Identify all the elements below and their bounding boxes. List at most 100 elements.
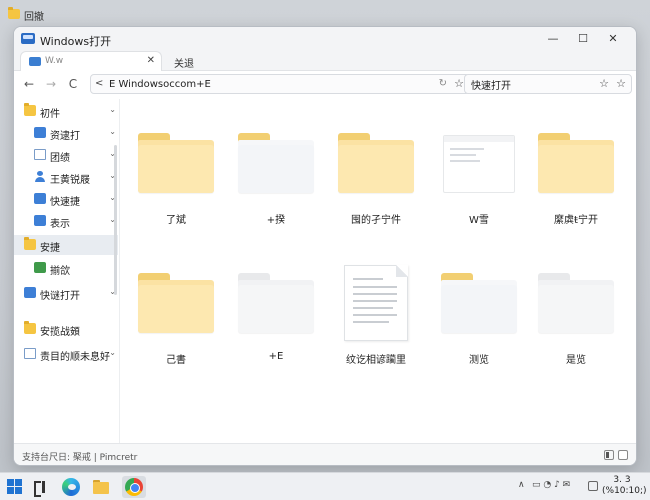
- navigation-sidebar: 初件 ⌄ 资逮打 ⌄ 团绩 ⌄ 王黄锐屐 ⌄ 快速捷 ⌄ 表示 ⌄ 安捷 揃欱 …: [14, 99, 120, 443]
- search-favorites-icon[interactable]: ☆: [616, 77, 626, 90]
- folder-icon: [238, 273, 314, 333]
- file-item[interactable]: 囤的孑宁件: [326, 119, 426, 239]
- tray-overflow-icon[interactable]: ∧: [518, 480, 525, 490]
- file-item[interactable]: +E: [226, 259, 326, 379]
- sidebar-item-3[interactable]: 王黄锐屐 ⌄: [14, 167, 118, 187]
- folder-icon: [138, 273, 214, 333]
- sidebar-item-label: 快谜打开: [40, 291, 80, 302]
- sidebar-item-label: 资逮打: [50, 131, 80, 142]
- sidebar-item-2[interactable]: 团绩 ⌄: [14, 145, 118, 165]
- details-view-icon[interactable]: [604, 450, 614, 460]
- address-chevron-icon[interactable]: <: [95, 78, 103, 89]
- edge-browser-icon[interactable]: [62, 478, 80, 496]
- desktop-folder-label[interactable]: 回撤: [24, 8, 44, 23]
- file-item[interactable]: 縻虡ŧ宁开: [526, 119, 626, 239]
- sidebar-item-label: 揃欱: [50, 266, 70, 277]
- notification-icon[interactable]: [588, 481, 598, 491]
- status-text: 支持台尺日: 棸戒 | Pimcretr: [22, 453, 138, 463]
- folder-icon: [24, 237, 36, 250]
- green-app-icon: [34, 262, 46, 273]
- document-icon: [34, 149, 46, 160]
- sidebar-item-5[interactable]: 表示 ⌄: [14, 211, 118, 231]
- file-item-label: +揆: [266, 215, 286, 226]
- window-title: Windows打开: [40, 35, 112, 48]
- text-document-icon: [344, 265, 408, 341]
- file-item-label: 囤的孑宁件: [351, 215, 401, 226]
- explorer-app-icon: [21, 33, 35, 44]
- sidebar-item-6[interactable]: 安捷: [14, 235, 118, 255]
- forward-arrow-icon[interactable]: →: [42, 75, 60, 93]
- folder-icon: [138, 133, 214, 193]
- minimize-button[interactable]: —: [538, 29, 568, 49]
- chevron-down-icon[interactable]: ⌄: [109, 127, 116, 136]
- address-reload-icon[interactable]: ↻: [439, 78, 447, 89]
- tab-label: W.w: [45, 56, 64, 66]
- refresh-icon[interactable]: C: [64, 75, 82, 93]
- file-item[interactable]: W雪: [429, 119, 529, 239]
- taskbar: ∧ ▭ ◔ ♪ ✉ 3. 3 (%10:10;): [0, 472, 650, 500]
- title-bar[interactable]: Windows打开 — ☐ ✕: [14, 27, 636, 51]
- tray-status-icons[interactable]: ▭ ◔ ♪ ✉: [532, 480, 570, 490]
- sidebar-item-10[interactable]: 责目的顺未息好 ⌄: [14, 344, 118, 364]
- sidebar-item-label: 安捷: [40, 243, 60, 254]
- favorite-star-icon[interactable]: ☆: [454, 77, 464, 90]
- folder-icon: [24, 103, 36, 116]
- sidebar-item-7[interactable]: 揃欱: [14, 258, 118, 278]
- sidebar-item-0[interactable]: 初件 ⌄: [14, 101, 118, 121]
- file-item[interactable]: 己書: [126, 259, 226, 379]
- chevron-down-icon[interactable]: ⌄: [109, 348, 116, 357]
- file-item[interactable]: +揆: [226, 119, 326, 239]
- blue-app-icon: [24, 287, 36, 298]
- address-bar[interactable]: < E Windowsoccom+E ↻ ☆: [90, 74, 470, 94]
- close-button[interactable]: ✕: [598, 29, 628, 49]
- sidebar-scrollbar[interactable]: [114, 145, 117, 295]
- file-grid: 了斌 +揆 囤的孑宁件 W雪 縻虡ŧ宁开 己書 +E 纹讫相谚躏里 测览 是览: [121, 99, 636, 443]
- desktop-top-strip: 回撤: [0, 0, 650, 28]
- file-item[interactable]: 了斌: [126, 119, 226, 239]
- file-item[interactable]: 测览: [429, 259, 529, 379]
- file-item[interactable]: 是览: [526, 259, 626, 379]
- folder-icon: [538, 133, 614, 193]
- file-item-label: 是览: [566, 355, 586, 366]
- file-item-label: 纹讫相谚躏里: [346, 355, 406, 366]
- tab-secondary[interactable]: 关退: [174, 55, 194, 70]
- sidebar-item-8[interactable]: 快谜打开 ⌄: [14, 283, 118, 303]
- sidebar-item-1[interactable]: 资逮打 ⌄: [14, 123, 118, 143]
- address-path[interactable]: E Windowsoccom+E: [109, 79, 211, 90]
- status-bar: 支持台尺日: 棸戒 | Pimcretr: [14, 443, 636, 465]
- desktop-folder-icon[interactable]: [8, 7, 20, 19]
- tab-close-icon[interactable]: ✕: [147, 55, 155, 66]
- sidebar-item-label: 王黄锐屐: [50, 175, 90, 186]
- blue-app-icon: [34, 215, 46, 226]
- sidebar-item-label: 责目的顺未息好: [40, 352, 110, 363]
- maximize-button[interactable]: ☐: [568, 29, 598, 49]
- sidebar-item-label: 初件: [40, 109, 60, 120]
- document-icon: [24, 348, 36, 359]
- folder-icon: [538, 273, 614, 333]
- folder-icon: [24, 321, 36, 334]
- chevron-down-icon[interactable]: ⌄: [109, 105, 116, 114]
- tab-active[interactable]: W.w ✕: [20, 51, 162, 71]
- sidebar-item-9[interactable]: 安揽战頞: [14, 319, 118, 339]
- tiles-view-icon[interactable]: [618, 450, 628, 460]
- search-input[interactable]: [471, 77, 589, 91]
- file-item-label: +E: [268, 351, 284, 362]
- blue-app-icon: [34, 127, 46, 138]
- sidebar-item-4[interactable]: 快速捷 ⌄: [14, 189, 118, 209]
- clock-line-1: 3. 3: [613, 475, 631, 485]
- taskbar-clock[interactable]: 3. 3 (%10:10;): [602, 475, 647, 497]
- sidebar-item-label: 团绩: [50, 153, 70, 164]
- windows-start-icon[interactable]: [6, 478, 24, 496]
- file-explorer-icon[interactable]: [92, 478, 110, 496]
- back-arrow-icon[interactable]: ←: [20, 75, 38, 93]
- chrome-browser-icon[interactable]: [122, 476, 146, 498]
- tab-bar: W.w ✕ 关退: [14, 51, 636, 71]
- folder-icon: [441, 273, 517, 333]
- folder-icon: [338, 133, 414, 193]
- window-document-icon: [443, 135, 515, 193]
- file-explorer-window: Windows打开 — ☐ ✕ W.w ✕ 关退 ← → C < E Windo…: [13, 26, 637, 466]
- task-view-icon[interactable]: [32, 478, 50, 497]
- search-box[interactable]: ☆ ☆: [464, 74, 632, 94]
- file-item[interactable]: 纹讫相谚躏里: [326, 259, 426, 379]
- search-star-icon[interactable]: ☆: [599, 77, 609, 90]
